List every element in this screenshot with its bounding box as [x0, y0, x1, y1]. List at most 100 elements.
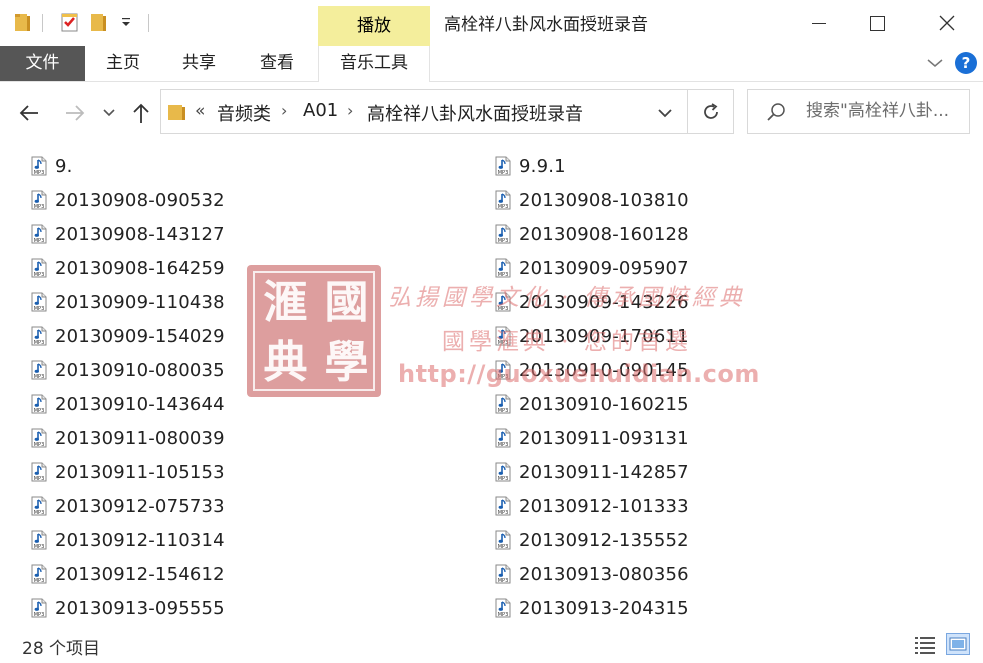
- file-name: 20130913-204315: [519, 597, 689, 619]
- svg-text:MP3: MP3: [498, 544, 509, 550]
- tab-view[interactable]: 查看: [246, 46, 308, 81]
- mp3-file-icon: MP3: [494, 462, 512, 482]
- mp3-file-icon: MP3: [494, 428, 512, 448]
- mp3-file-icon: MP3: [30, 530, 48, 550]
- file-item[interactable]: MP3 20130909-143226: [494, 287, 689, 317]
- chevron-down-icon: [103, 109, 115, 117]
- file-item[interactable]: MP3 20130908-103810: [494, 185, 689, 215]
- mp3-file-icon: MP3: [494, 224, 512, 244]
- tab-file[interactable]: 文件: [0, 46, 85, 81]
- context-tab-play[interactable]: 播放: [318, 6, 430, 46]
- mp3-file-icon: MP3: [30, 292, 48, 312]
- svg-text:MP3: MP3: [34, 612, 45, 618]
- svg-text:MP3: MP3: [498, 612, 509, 618]
- file-item[interactable]: MP3 20130909-154029: [30, 321, 225, 351]
- file-item[interactable]: MP3 20130912-075733: [30, 491, 225, 521]
- file-item[interactable]: MP3 9.: [30, 151, 73, 181]
- new-folder-icon[interactable]: [90, 11, 108, 35]
- file-item[interactable]: MP3 20130909-110438: [30, 287, 225, 317]
- file-name: 20130909-143226: [519, 291, 689, 313]
- svg-text:MP3: MP3: [498, 408, 509, 414]
- file-item[interactable]: MP3 20130909-170611: [494, 321, 689, 351]
- tab-home[interactable]: 主页: [92, 46, 154, 81]
- file-item[interactable]: MP3 20130913-095555: [30, 593, 225, 623]
- tab-music-tools[interactable]: 音乐工具: [318, 46, 430, 82]
- details-view-icon[interactable]: [914, 635, 936, 655]
- up-button[interactable]: [126, 98, 156, 128]
- svg-text:MP3: MP3: [34, 408, 45, 414]
- file-item[interactable]: MP3 20130911-105153: [30, 457, 225, 487]
- file-item[interactable]: MP3 20130908-160128: [494, 219, 689, 249]
- file-item[interactable]: MP3 20130908-164259: [30, 253, 225, 283]
- mp3-file-icon: MP3: [494, 564, 512, 584]
- file-item[interactable]: MP3 20130909-095907: [494, 253, 689, 283]
- folder-icon[interactable]: [14, 11, 32, 35]
- file-item[interactable]: MP3 20130908-090532: [30, 185, 225, 215]
- file-item[interactable]: MP3 20130911-142857: [494, 457, 689, 487]
- back-button[interactable]: [14, 98, 44, 128]
- svg-text:MP3: MP3: [34, 340, 45, 346]
- address-bar[interactable]: « 音频类 › A01 › 高栓祥八卦风水面授班录音: [160, 89, 688, 134]
- svg-text:MP3: MP3: [34, 374, 45, 380]
- customize-toolbar-icon[interactable]: [120, 14, 132, 38]
- breadcrumb-a01[interactable]: A01: [303, 100, 338, 121]
- file-item[interactable]: MP3 20130913-080356: [494, 559, 689, 589]
- file-item[interactable]: MP3 20130910-080035: [30, 355, 225, 385]
- mp3-file-icon: MP3: [494, 292, 512, 312]
- expand-ribbon-chevron-icon[interactable]: [926, 55, 944, 74]
- file-item[interactable]: MP3 20130913-204315: [494, 593, 689, 623]
- file-name: 20130908-164259: [55, 257, 225, 279]
- mp3-file-icon: MP3: [494, 496, 512, 516]
- svg-text:MP3: MP3: [498, 442, 509, 448]
- svg-text:MP3: MP3: [34, 306, 45, 312]
- properties-icon[interactable]: [60, 11, 80, 35]
- item-count: 28 个项目: [22, 639, 101, 659]
- minimize-button[interactable]: [790, 0, 848, 46]
- address-history-chevron-icon[interactable]: [657, 104, 673, 123]
- file-item[interactable]: MP3 20130912-101333: [494, 491, 689, 521]
- svg-text:MP3: MP3: [34, 272, 45, 278]
- window-title: 高栓祥八卦风水面授班录音: [444, 15, 648, 35]
- file-item[interactable]: MP3 20130912-154612: [30, 559, 225, 589]
- file-item[interactable]: MP3 20130908-143127: [30, 219, 225, 249]
- file-item[interactable]: MP3 20130910-090145: [494, 355, 689, 385]
- file-name: 20130913-080356: [519, 563, 689, 585]
- tab-share[interactable]: 共享: [168, 46, 230, 81]
- svg-text:MP3: MP3: [498, 204, 509, 210]
- file-name: 20130911-142857: [519, 461, 689, 483]
- breadcrumb-current-folder[interactable]: 高栓祥八卦风水面授班录音: [367, 100, 583, 126]
- refresh-button[interactable]: [688, 89, 734, 134]
- recent-locations-button[interactable]: [98, 98, 120, 128]
- forward-button[interactable]: [60, 98, 90, 128]
- svg-text:MP3: MP3: [498, 374, 509, 380]
- help-icon[interactable]: ?: [955, 52, 977, 74]
- search-box[interactable]: [747, 89, 970, 134]
- refresh-icon: [703, 102, 718, 119]
- file-item[interactable]: MP3 20130912-135552: [494, 525, 689, 555]
- file-item[interactable]: MP3 20130910-143644: [30, 389, 225, 419]
- large-icons-view-icon[interactable]: [946, 633, 970, 655]
- file-name: 20130908-103810: [519, 189, 689, 211]
- file-item[interactable]: MP3 20130911-080039: [30, 423, 225, 453]
- mp3-file-icon: MP3: [494, 326, 512, 346]
- file-item[interactable]: MP3 9.9.1: [494, 151, 566, 181]
- breadcrumb-separator[interactable]: ›: [281, 101, 287, 120]
- maximize-button[interactable]: [848, 0, 906, 46]
- file-item[interactable]: MP3 20130912-110314: [30, 525, 225, 555]
- mp3-file-icon: MP3: [494, 394, 512, 414]
- search-input[interactable]: [806, 99, 966, 123]
- close-button[interactable]: [918, 0, 976, 46]
- file-item[interactable]: MP3 20130910-160215: [494, 389, 689, 419]
- up-arrow-icon: [133, 103, 149, 123]
- breadcrumb-separator[interactable]: ›: [347, 101, 353, 120]
- file-name: 20130911-093131: [519, 427, 689, 449]
- overflow-chevron[interactable]: «: [195, 101, 205, 121]
- folder-icon: [167, 103, 187, 125]
- file-list: MP3 9. MP3 20130908-090532 MP3 20130908-14312…: [0, 150, 983, 626]
- file-item[interactable]: MP3 20130911-093131: [494, 423, 689, 453]
- svg-text:MP3: MP3: [34, 442, 45, 448]
- forward-arrow-icon: [66, 105, 85, 121]
- breadcrumb-audio[interactable]: 音频类: [217, 100, 271, 126]
- file-name: 20130912-154612: [55, 563, 225, 585]
- mp3-file-icon: MP3: [30, 258, 48, 278]
